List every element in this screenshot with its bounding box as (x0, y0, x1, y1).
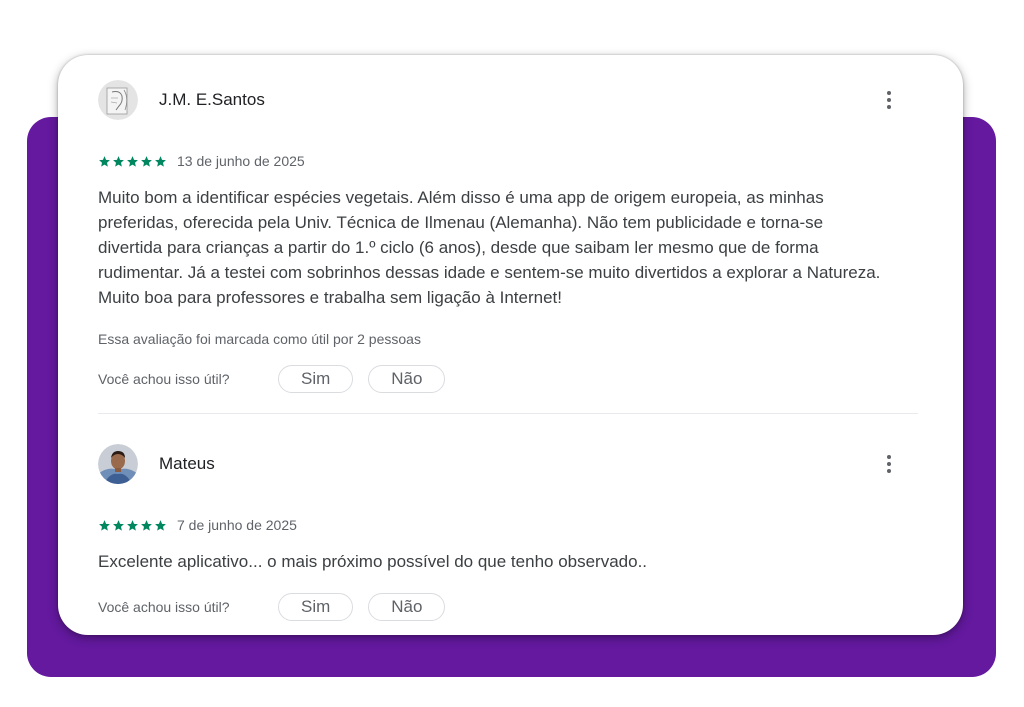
review-date: 7 de junho de 2025 (177, 517, 297, 533)
star-icon (99, 155, 110, 167)
star-rating (98, 155, 167, 168)
review-author: J.M. E.Santos (159, 90, 265, 109)
review-date: 13 de junho de 2025 (177, 153, 305, 169)
avatar (98, 444, 138, 484)
star-icon (155, 155, 166, 167)
star-icon (141, 519, 152, 531)
star-icon (155, 519, 166, 531)
review-showcase: J.M. E.Santos 13 de junho de 2025 Muito … (0, 0, 1024, 707)
feedback-row: Você achou isso útil? Sim Não (98, 592, 918, 622)
review-header: Mateus (98, 443, 918, 485)
review-author: Mateus (159, 454, 215, 473)
helpful-no-button[interactable]: Não (368, 365, 446, 393)
review-text: Excelente aplicativo... o mais próximo p… (98, 552, 648, 571)
review-divider (98, 413, 918, 414)
helpful-count: Essa avaliação foi marcada como útil por… (98, 331, 421, 347)
more-options-icon[interactable] (876, 451, 902, 477)
helpful-question: Você achou isso útil? (98, 371, 230, 387)
avatar (98, 80, 138, 120)
review-item: Mateus 7 de junho de 2025 Excelente apli… (98, 443, 918, 622)
rating-row: 7 de junho de 2025 (98, 517, 918, 533)
review-text: Muito bom a identificar espécies vegetai… (98, 188, 881, 307)
more-options-icon[interactable] (876, 87, 902, 113)
review-header: J.M. E.Santos (98, 79, 918, 121)
star-icon (113, 519, 124, 531)
helpful-yes-button[interactable]: Sim (278, 365, 354, 393)
star-icon (127, 519, 138, 531)
star-icon (127, 155, 138, 167)
star-icon (141, 155, 152, 167)
helpful-no-button[interactable]: Não (368, 593, 446, 621)
helpful-question: Você achou isso útil? (98, 599, 230, 615)
reviews-card: J.M. E.Santos 13 de junho de 2025 Muito … (58, 55, 963, 635)
star-icon (99, 519, 110, 531)
review-item: J.M. E.Santos 13 de junho de 2025 Muito … (98, 79, 918, 394)
star-icon (113, 155, 124, 167)
rating-row: 13 de junho de 2025 (98, 153, 918, 169)
feedback-row: Você achou isso útil? Sim Não (98, 364, 918, 394)
star-rating (98, 519, 167, 532)
helpful-yes-button[interactable]: Sim (278, 593, 354, 621)
